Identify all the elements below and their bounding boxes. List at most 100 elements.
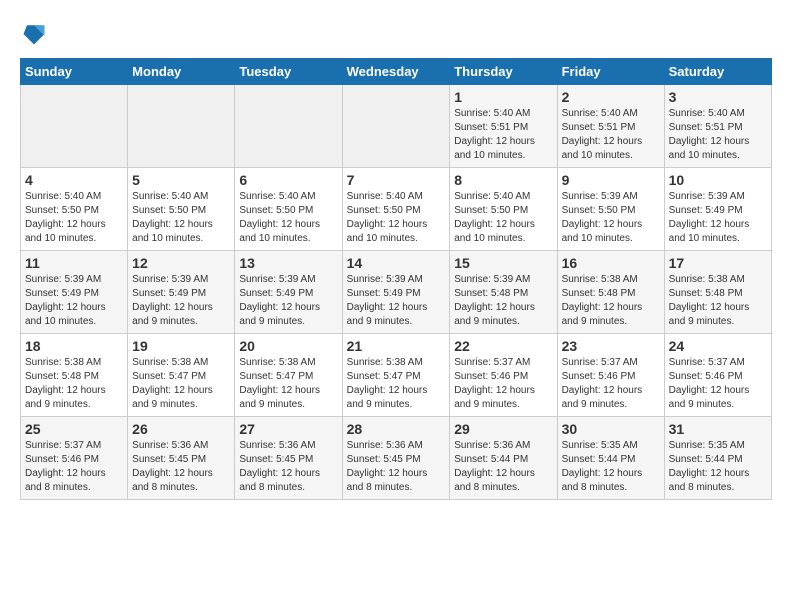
day-number: 10 [669,172,767,188]
logo [20,20,52,48]
calendar-cell: 18 Sunrise: 5:38 AM Sunset: 5:48 PM Dayli… [21,334,128,417]
day-info: Sunrise: 5:39 AM Sunset: 5:49 PM Dayligh… [239,273,337,329]
calendar-cell: 1 Sunrise: 5:40 AM Sunset: 5:51 PM Daylig… [450,85,557,168]
day-number: 30 [562,421,660,437]
day-info: Sunrise: 5:39 AM Sunset: 5:49 PM Dayligh… [669,190,767,246]
day-number: 27 [239,421,337,437]
calendar-cell [21,85,128,168]
calendar-cell: 2Sunrise: 5:40 AM Sunset: 5:51 PM Daylig… [557,85,664,168]
calendar-cell: 14Sunrise: 5:39 AM Sunset: 5:49 PM Dayli… [342,251,450,334]
calendar-cell: 5 Sunrise: 5:40 AM Sunset: 5:50 PM Daylig… [128,168,235,251]
day-info: Sunrise: 5:40 AM Sunset: 5:50 PM Dayligh… [454,190,552,246]
column-header-wednesday: Wednesday [342,59,450,85]
calendar-header-row: SundayMondayTuesdayWednesdayThursdayFrid… [21,59,772,85]
day-number: 19 [132,338,230,354]
day-number: 21 [347,338,446,354]
day-info: Sunrise: 5:38 AM Sunset: 5:47 PM Dayligh… [239,356,337,412]
day-number: 7 [347,172,446,188]
page-header [20,20,772,48]
calendar-cell: 25 Sunrise: 5:37 AM Sunset: 5:46 PM Dayli… [21,417,128,500]
day-info: Sunrise: 5:39 AM Sunset: 5:49 PM Dayligh… [25,273,123,329]
column-header-tuesday: Tuesday [235,59,342,85]
day-info: Sunrise: 5:40 AM Sunset: 5:51 PM Dayligh… [454,107,552,163]
calendar-cell: 22Sunrise: 5:37 AM Sunset: 5:46 PM Dayli… [450,334,557,417]
day-info: Sunrise: 5:40 AM Sunset: 5:50 PM Dayligh… [132,190,230,246]
day-number: 11 [25,255,123,271]
calendar-cell: 17 Sunrise: 5:38 AM Sunset: 5:48 PM Dayli… [664,251,771,334]
calendar-cell: 7 Sunrise: 5:40 AM Sunset: 5:50 PM Daylig… [342,168,450,251]
calendar-week-2: 4Sunrise: 5:40 AM Sunset: 5:50 PM Daylig… [21,168,772,251]
column-header-sunday: Sunday [21,59,128,85]
calendar-cell: 19 Sunrise: 5:38 AM Sunset: 5:47 PM Dayli… [128,334,235,417]
day-info: Sunrise: 5:37 AM Sunset: 5:46 PM Dayligh… [669,356,767,412]
calendar-cell: 12 Sunrise: 5:39 AM Sunset: 5:49 PM Dayli… [128,251,235,334]
calendar-cell: 3 Sunrise: 5:40 AM Sunset: 5:51 PM Daylig… [664,85,771,168]
day-number: 6 [239,172,337,188]
day-info: Sunrise: 5:37 AM Sunset: 5:46 PM Dayligh… [25,439,123,495]
calendar-cell: 13 Sunrise: 5:39 AM Sunset: 5:49 PM Dayli… [235,251,342,334]
day-number: 20 [239,338,337,354]
day-info: Sunrise: 5:36 AM Sunset: 5:45 PM Dayligh… [132,439,230,495]
calendar-cell: 20 Sunrise: 5:38 AM Sunset: 5:47 PM Dayli… [235,334,342,417]
day-info: Sunrise: 5:38 AM Sunset: 5:47 PM Dayligh… [132,356,230,412]
day-number: 28 [347,421,446,437]
day-info: Sunrise: 5:39 AM Sunset: 5:50 PM Dayligh… [562,190,660,246]
day-number: 3 [669,89,767,105]
calendar-cell: 6Sunrise: 5:40 AM Sunset: 5:50 PM Daylig… [235,168,342,251]
day-info: Sunrise: 5:38 AM Sunset: 5:48 PM Dayligh… [25,356,123,412]
day-number: 13 [239,255,337,271]
day-info: Sunrise: 5:35 AM Sunset: 5:44 PM Dayligh… [669,439,767,495]
day-number: 9 [562,172,660,188]
day-number: 5 [132,172,230,188]
day-number: 1 [454,89,552,105]
day-number: 16 [562,255,660,271]
day-info: Sunrise: 5:38 AM Sunset: 5:48 PM Dayligh… [669,273,767,329]
day-info: Sunrise: 5:39 AM Sunset: 5:49 PM Dayligh… [132,273,230,329]
calendar-cell: 26 Sunrise: 5:36 AM Sunset: 5:45 PM Dayli… [128,417,235,500]
calendar-cell: 24 Sunrise: 5:37 AM Sunset: 5:46 PM Dayli… [664,334,771,417]
day-number: 31 [669,421,767,437]
day-info: Sunrise: 5:40 AM Sunset: 5:50 PM Dayligh… [347,190,446,246]
day-info: Sunrise: 5:36 AM Sunset: 5:44 PM Dayligh… [454,439,552,495]
calendar-cell [128,85,235,168]
day-number: 24 [669,338,767,354]
day-number: 23 [562,338,660,354]
day-number: 17 [669,255,767,271]
column-header-friday: Friday [557,59,664,85]
column-header-thursday: Thursday [450,59,557,85]
calendar-cell: 21 Sunrise: 5:38 AM Sunset: 5:47 PM Dayli… [342,334,450,417]
column-header-monday: Monday [128,59,235,85]
day-number: 29 [454,421,552,437]
day-info: Sunrise: 5:40 AM Sunset: 5:50 PM Dayligh… [25,190,123,246]
day-number: 15 [454,255,552,271]
day-info: Sunrise: 5:38 AM Sunset: 5:47 PM Dayligh… [347,356,446,412]
day-info: Sunrise: 5:39 AM Sunset: 5:49 PM Dayligh… [347,273,446,329]
day-info: Sunrise: 5:36 AM Sunset: 5:45 PM Dayligh… [239,439,337,495]
calendar-cell: 4Sunrise: 5:40 AM Sunset: 5:50 PM Daylig… [21,168,128,251]
calendar-cell: 10 Sunrise: 5:39 AM Sunset: 5:49 PM Dayli… [664,168,771,251]
column-header-saturday: Saturday [664,59,771,85]
day-info: Sunrise: 5:39 AM Sunset: 5:48 PM Dayligh… [454,273,552,329]
calendar-cell: 23 Sunrise: 5:37 AM Sunset: 5:46 PM Dayli… [557,334,664,417]
day-number: 2 [562,89,660,105]
calendar-cell: 8 Sunrise: 5:40 AM Sunset: 5:50 PM Daylig… [450,168,557,251]
calendar-week-3: 11 Sunrise: 5:39 AM Sunset: 5:49 PM Dayli… [21,251,772,334]
calendar-cell: 31 Sunrise: 5:35 AM Sunset: 5:44 PM Dayli… [664,417,771,500]
logo-icon [20,20,48,48]
calendar-cell: 16 Sunrise: 5:38 AM Sunset: 5:48 PM Dayli… [557,251,664,334]
day-info: Sunrise: 5:38 AM Sunset: 5:48 PM Dayligh… [562,273,660,329]
calendar-cell: 27 Sunrise: 5:36 AM Sunset: 5:45 PM Dayli… [235,417,342,500]
calendar-cell: 30 Sunrise: 5:35 AM Sunset: 5:44 PM Dayli… [557,417,664,500]
day-info: Sunrise: 5:37 AM Sunset: 5:46 PM Dayligh… [562,356,660,412]
calendar-cell: 15 Sunrise: 5:39 AM Sunset: 5:48 PM Dayli… [450,251,557,334]
calendar-cell [235,85,342,168]
day-info: Sunrise: 5:40 AM Sunset: 5:51 PM Dayligh… [669,107,767,163]
calendar-week-5: 25 Sunrise: 5:37 AM Sunset: 5:46 PM Dayli… [21,417,772,500]
day-number: 18 [25,338,123,354]
day-number: 25 [25,421,123,437]
day-info: Sunrise: 5:35 AM Sunset: 5:44 PM Dayligh… [562,439,660,495]
calendar-cell: 28Sunrise: 5:36 AM Sunset: 5:45 PM Dayli… [342,417,450,500]
day-number: 8 [454,172,552,188]
day-number: 12 [132,255,230,271]
day-number: 26 [132,421,230,437]
